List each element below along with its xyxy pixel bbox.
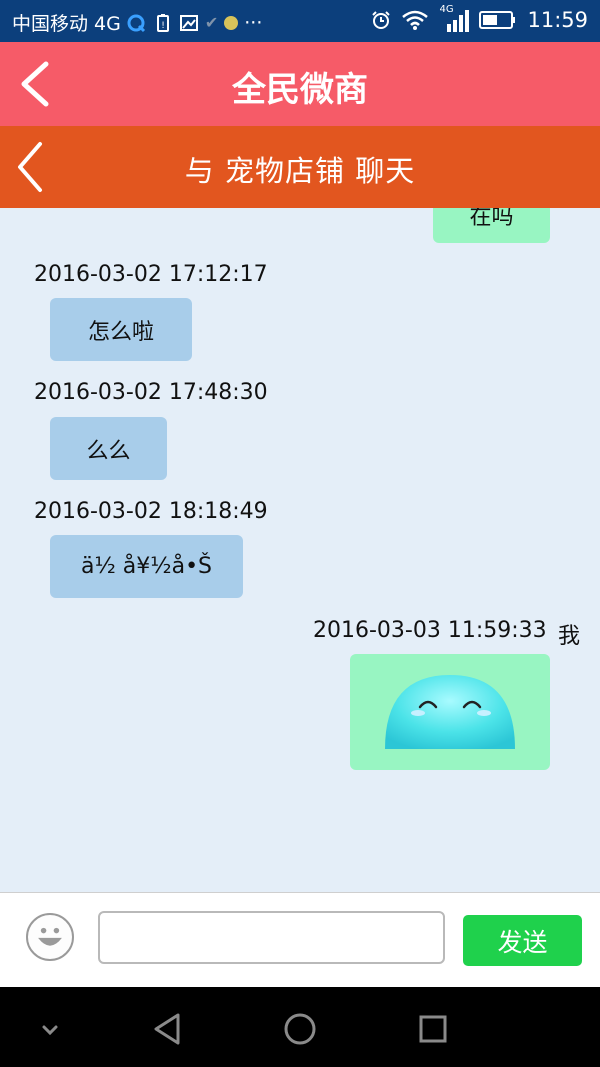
chat-header: 与 宠物店铺 聊天: [0, 126, 600, 208]
message-timestamp: 2016-03-02 18:18:49: [34, 499, 268, 524]
emoji-sticker-icon: [385, 675, 515, 749]
status-bar: 中国移动 4G ! ✔ ··· 4G 11:59: [0, 0, 600, 42]
battery-icon: [479, 11, 516, 29]
recents-square-icon[interactable]: [413, 1009, 453, 1049]
back-triangle-icon[interactable]: [148, 1009, 188, 1049]
system-navigation-bar: [0, 987, 600, 1067]
chat-title: 与 宠物店铺 聊天: [184, 154, 416, 188]
battery-alert-icon: !: [156, 13, 169, 32]
message-input-bar: 发送: [0, 892, 600, 987]
signal-icon: 4G: [439, 4, 470, 32]
status-right: 4G 11:59: [371, 4, 588, 32]
message-timestamp: 2016-03-02 17:48:30: [34, 380, 268, 405]
chat-message-list[interactable]: 在吗 2016-03-02 17:12:17 怎么啦 2016-03-02 17…: [0, 208, 600, 892]
svg-text:!: !: [161, 21, 165, 31]
outgoing-sticker-bubble[interactable]: [350, 654, 550, 770]
home-circle-icon[interactable]: [280, 1009, 320, 1049]
clock-time: 11:59: [527, 8, 588, 32]
message-input[interactable]: [98, 911, 445, 964]
more-icon: ···: [244, 11, 263, 34]
carrier-label: 中国移动 4G: [12, 13, 121, 35]
incoming-message-bubble[interactable]: 怎么啦: [50, 298, 192, 361]
incoming-message-bubble[interactable]: ä½ å¥½å•Š: [50, 535, 243, 598]
send-button[interactable]: 发送: [463, 915, 582, 966]
incoming-message-bubble[interactable]: 么么: [50, 417, 167, 480]
check-icon: ✔: [204, 13, 219, 32]
wifi-icon: [402, 10, 429, 30]
outgoing-message-bubble[interactable]: 在吗: [433, 208, 550, 243]
sender-label: 我: [558, 624, 581, 649]
app-title: 全民微商: [232, 70, 368, 110]
app-header: 全民微商: [0, 42, 600, 126]
status-left: 中国移动 4G ! ✔ ···: [12, 9, 262, 36]
chevron-down-icon[interactable]: [30, 1009, 70, 1049]
message-timestamp: 2016-03-03 11:59:33: [313, 618, 547, 643]
q-icon: [127, 14, 145, 32]
message-timestamp: 2016-03-02 17:12:17: [34, 262, 268, 287]
image-icon: [179, 14, 198, 31]
dot-icon: [224, 15, 239, 30]
alarm-icon: [372, 11, 391, 29]
smiley-icon[interactable]: [26, 913, 74, 961]
